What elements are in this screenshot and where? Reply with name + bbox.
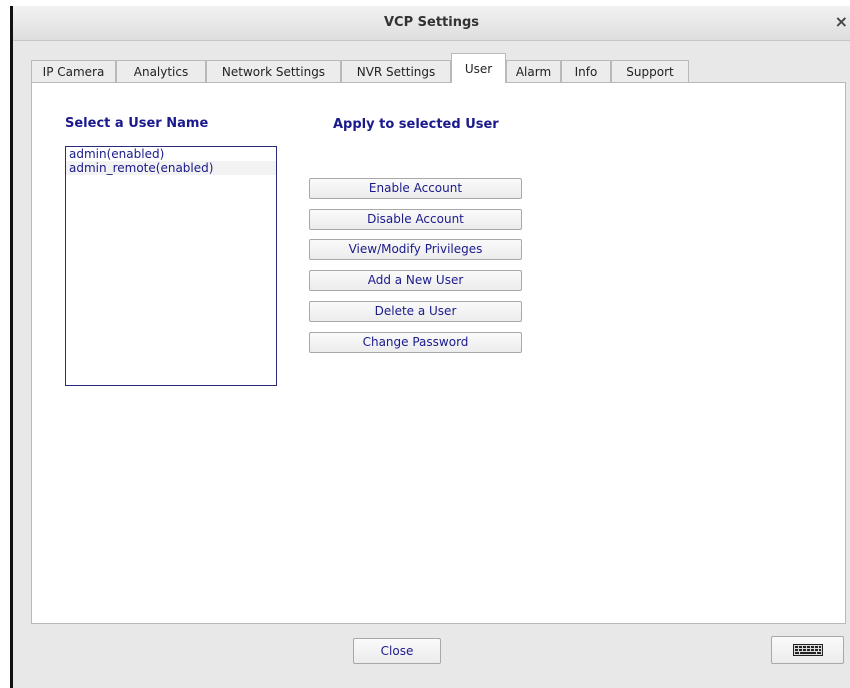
tab-info[interactable]: Info	[561, 60, 611, 82]
enable-account-button[interactable]: Enable Account	[309, 178, 522, 199]
apply-heading: Apply to selected User	[333, 117, 499, 132]
window-title: VCP Settings	[383, 15, 480, 30]
tab-network-settings[interactable]: Network Settings	[206, 60, 341, 82]
user-tab-panel: Select a User Name Apply to selected Use…	[31, 82, 846, 624]
tab-alarm[interactable]: Alarm	[506, 60, 561, 82]
select-user-heading: Select a User Name	[65, 116, 209, 131]
close-button[interactable]: Close	[353, 638, 441, 664]
tab-ip-camera[interactable]: IP Camera	[31, 60, 116, 82]
tab-analytics[interactable]: Analytics	[116, 60, 206, 82]
settings-window: VCP Settings × IP Camera Analytics Netwo…	[10, 6, 850, 688]
list-item[interactable]: admin(enabled)	[66, 147, 276, 161]
delete-user-button[interactable]: Delete a User	[309, 301, 522, 322]
tab-user[interactable]: User	[451, 53, 506, 83]
list-item[interactable]: admin_remote(enabled)	[66, 161, 276, 175]
change-password-button[interactable]: Change Password	[309, 332, 522, 353]
add-user-button[interactable]: Add a New User	[309, 270, 522, 291]
title-bar: VCP Settings ×	[13, 6, 850, 41]
disable-account-button[interactable]: Disable Account	[309, 209, 522, 230]
keyboard-icon	[793, 644, 823, 656]
close-icon[interactable]: ×	[835, 12, 848, 31]
keyboard-button[interactable]	[771, 636, 844, 664]
view-modify-privileges-button[interactable]: View/Modify Privileges	[309, 239, 522, 260]
tab-nvr-settings[interactable]: NVR Settings	[341, 60, 451, 82]
user-list[interactable]: admin(enabled) admin_remote(enabled)	[65, 146, 277, 386]
tab-support[interactable]: Support	[611, 60, 689, 82]
